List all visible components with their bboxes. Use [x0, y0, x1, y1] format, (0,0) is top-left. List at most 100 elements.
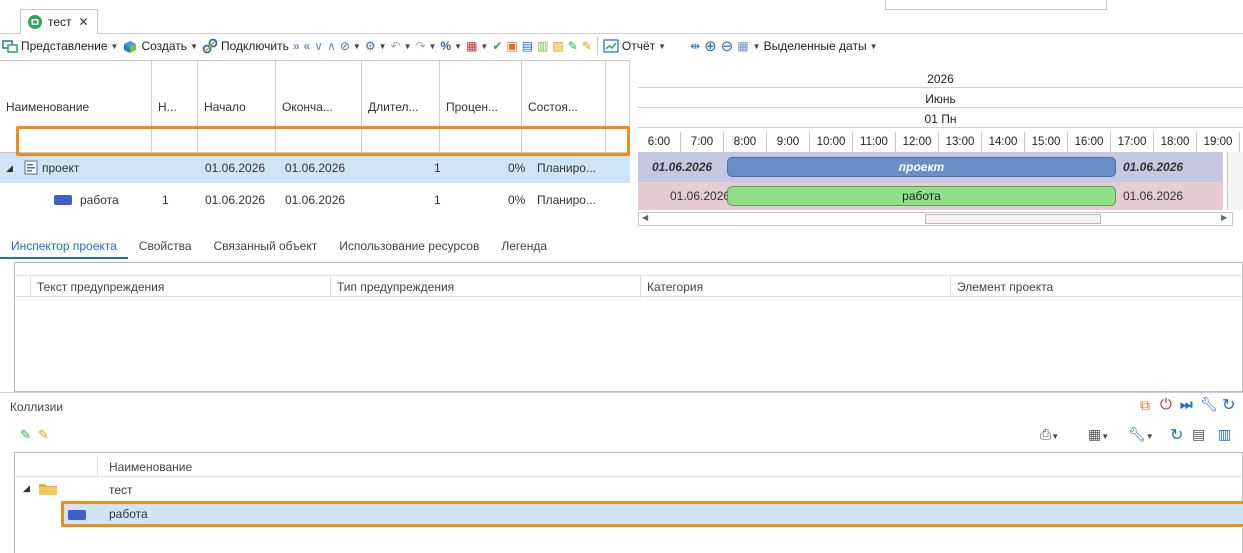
warnings-header-spacer — [15, 276, 31, 298]
tree-item-label: работа — [109, 507, 148, 521]
outline-icon[interactable]: ▤ — [520, 35, 535, 57]
gantt-vertical-scrollbar[interactable] — [1227, 152, 1243, 210]
task-bar[interactable]: работа — [727, 186, 1116, 206]
tree-header: Наименование — [15, 457, 1243, 477]
critical-path-icon[interactable]: ▣ — [504, 35, 519, 57]
connect-label: Подключить — [220, 39, 289, 53]
calendar-icon[interactable]: ▦ ▼ — [464, 35, 490, 57]
chevron-down-icon[interactable]: ∨ — [312, 35, 325, 57]
find-collisions-icon[interactable]: ✎ — [20, 427, 31, 443]
collisions-toolbar: ✎ ✎ ⎙▼ ▦▼ 🔧︎▼ ↻ ▤ ▥ — [0, 422, 1243, 450]
print-icon[interactable]: ⎙▼ — [1040, 426, 1059, 443]
wrench-icon[interactable]: 🔧︎▼ — [1128, 426, 1154, 443]
layout-icon[interactable]: ▦▼ — [1088, 426, 1109, 443]
search-input[interactable] — [885, 0, 1107, 10]
task-icon — [68, 510, 86, 520]
collapse-icon[interactable]: ◢ — [23, 483, 30, 494]
zoom-fit-icon[interactable]: ⇹ — [688, 35, 702, 57]
zoom-out-icon[interactable]: ⊖ — [719, 35, 736, 57]
inspector-tabs: Инспектор проекта Свойства Связанный объ… — [0, 235, 640, 259]
table-icon[interactable]: ▥ — [535, 35, 550, 57]
gantt-hour-label: 6:00 — [638, 132, 681, 152]
columns-icon[interactable]: ▥ — [1218, 426, 1231, 443]
view-label: Представление — [21, 39, 108, 53]
refresh-icon[interactable]: ↻ — [1170, 425, 1183, 445]
column-header-warning-type[interactable]: Тип предупреждения — [331, 276, 641, 298]
find-icon[interactable]: ✎ — [566, 35, 580, 57]
scrollbar-thumb[interactable] — [925, 214, 1101, 224]
column-header-warning-text[interactable]: Текст предупреждения — [31, 276, 331, 298]
row-duration: 1 — [434, 193, 441, 207]
collapse-icon[interactable]: ◢ — [6, 153, 13, 183]
project-start-label: 01.06.2026 — [652, 160, 713, 174]
selected-dates-dropdown[interactable]: ▼ Выделенные даты ▼ — [751, 35, 880, 57]
gantt-hour-label: 15:00 — [1025, 132, 1068, 152]
row-duration: 1 — [434, 161, 441, 175]
step-icon[interactable]: ⏭ — [1180, 396, 1193, 413]
redo-icon[interactable]: ↷ ▼ — [413, 35, 438, 57]
report-button[interactable]: Отчёт ▼ — [601, 35, 668, 57]
column-header-project-element[interactable]: Элемент проекта — [951, 276, 1243, 298]
chevron-down-icon: ▼ — [658, 41, 667, 51]
project-bar[interactable]: проект — [727, 157, 1116, 177]
baseline-icon[interactable]: ✔ — [490, 35, 504, 57]
clear-icon[interactable]: ✎ — [580, 35, 594, 57]
tab-resource-usage[interactable]: Использование ресурсов — [328, 235, 490, 259]
tab-linked-object[interactable]: Связанный объект — [203, 235, 329, 259]
chevron-down-icon: ▼ — [110, 41, 119, 51]
chevron-up-icon[interactable]: ∧ — [325, 35, 338, 57]
row-start: 01.06.2026 — [205, 161, 266, 175]
table-row[interactable]: ◢ проект 01.06.2026 01.06.2026 1 0% План… — [0, 153, 630, 183]
gantt-scrollbar[interactable]: ◀ ▶ — [638, 212, 1233, 226]
resource-icon[interactable]: ⚙ ▼ — [363, 35, 389, 57]
details-icon[interactable]: ▤ — [1192, 426, 1205, 443]
undo-icon[interactable]: ↶ ▼ — [389, 35, 414, 57]
tree-item[interactable]: ◢ тест — [15, 479, 1243, 501]
scroll-left-icon[interactable]: ◀ — [642, 213, 648, 222]
zoom-in-icon[interactable]: ⊕ — [702, 35, 719, 57]
row-end: 01.06.2026 — [285, 193, 346, 207]
warnings-header: Текст предупреждения Тип предупреждения … — [15, 275, 1243, 298]
wrench-icon[interactable]: 🔧︎ — [1200, 396, 1218, 413]
chevron-down-icon: ▼ — [752, 41, 761, 51]
refresh-icon[interactable]: ↻ — [1222, 395, 1235, 415]
tab-project-inspector[interactable]: Инспектор проекта — [0, 235, 128, 259]
tab-properties[interactable]: Свойства — [128, 235, 203, 259]
gantt-hour-label: 8:00 — [724, 132, 767, 152]
chevron-down-icon: ▼ — [190, 41, 198, 51]
close-icon[interactable]: ✕ — [79, 15, 89, 29]
unlink-icon[interactable]: ⊘ ▼ — [338, 35, 363, 57]
link-icon — [202, 38, 218, 54]
highlight-frame — [16, 126, 630, 156]
scroll-right-icon[interactable]: ▶ — [1221, 213, 1227, 222]
hierarchy-icon[interactable]: ⧉ — [1140, 397, 1150, 414]
column-header-name[interactable]: Наименование — [109, 460, 192, 474]
create-label: Создать — [141, 39, 188, 53]
row-state: Планиро... — [537, 193, 596, 207]
double-right-icon[interactable]: » — [291, 35, 302, 57]
table-row[interactable]: работа 1 01.06.2026 01.06.2026 1 0% План… — [0, 185, 630, 215]
create-button[interactable]: Создать ▼ — [120, 35, 200, 57]
tree-item-selected[interactable]: работа — [61, 501, 1243, 527]
warnings-table: Текст предупреждения Тип предупреждения … — [14, 262, 1243, 392]
collisions-bar: Коллизии ⧉ ⏻ ⏭ 🔧︎ ↻ — [0, 392, 1243, 420]
double-left-icon[interactable]: « — [302, 35, 313, 57]
report-label: Отчёт — [621, 39, 656, 53]
project-icon — [28, 15, 42, 29]
date-range-icon[interactable]: ▦ — [735, 35, 750, 57]
percent-icon[interactable]: % ▼ — [438, 35, 464, 57]
gantt-month: Июнь — [638, 90, 1243, 108]
column-header-category[interactable]: Категория — [641, 276, 951, 298]
gantt-chart: 2026 Июнь 01 Пн 6:00 7:00 8:00 9:00 10:00 11:… — [638, 60, 1243, 230]
clear-collisions-icon[interactable]: ✎ — [38, 427, 49, 443]
export-icon[interactable]: ▧ — [550, 35, 565, 57]
gantt-hour-label: 9:00 — [767, 132, 810, 152]
document-tab[interactable]: тест ✕ — [20, 9, 98, 34]
gantt-hour-label: 19:00 — [1197, 132, 1240, 152]
connect-button[interactable]: Подключить — [200, 35, 291, 57]
gantt-hour-label: 7:00 — [681, 132, 724, 152]
gantt-row-project: 01.06.2026 проект 01.06.2026 — [638, 152, 1223, 182]
view-button[interactable]: Представление ▼ — [0, 35, 120, 57]
power-icon[interactable]: ⏻ — [1160, 396, 1172, 413]
tab-legend[interactable]: Легенда — [490, 235, 558, 259]
